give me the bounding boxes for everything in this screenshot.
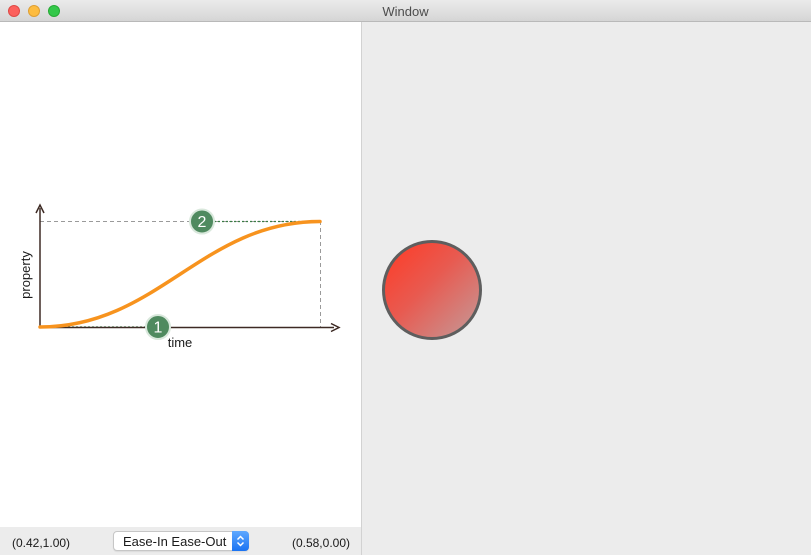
title-bar[interactable]: Window xyxy=(0,0,811,22)
app-window: Window property time 1 2 (0.42,1.00) Eas… xyxy=(0,0,811,555)
curve-controls-bar: (0.42,1.00) Ease-In Ease-Out (0.58,0.00) xyxy=(0,527,361,555)
timing-function-selected: Ease-In Ease-Out xyxy=(123,534,227,549)
control-handle-2[interactable]: 2 xyxy=(189,208,215,235)
control-point-1-readout: (0.42,1.00) xyxy=(12,536,71,550)
popup-arrows-icon[interactable] xyxy=(232,531,249,551)
animated-ball xyxy=(382,240,482,340)
window-title: Window xyxy=(382,4,429,19)
animation-preview-pane xyxy=(362,22,811,555)
control-point-2-readout: (0.58,0.00) xyxy=(291,536,350,550)
handle-2-label: 2 xyxy=(198,214,207,231)
timing-curve-graph: property time 1 2 xyxy=(18,203,341,350)
timing-function-popup[interactable]: Ease-In Ease-Out xyxy=(113,531,249,551)
y-axis-label: property xyxy=(18,251,33,299)
control-handle-1[interactable]: 1 xyxy=(145,314,171,340)
curve-editor-pane: property time 1 2 xyxy=(0,22,361,527)
timing-curve xyxy=(38,219,322,329)
x-axis-label: time xyxy=(168,335,193,350)
handle-1-label: 1 xyxy=(154,320,163,337)
